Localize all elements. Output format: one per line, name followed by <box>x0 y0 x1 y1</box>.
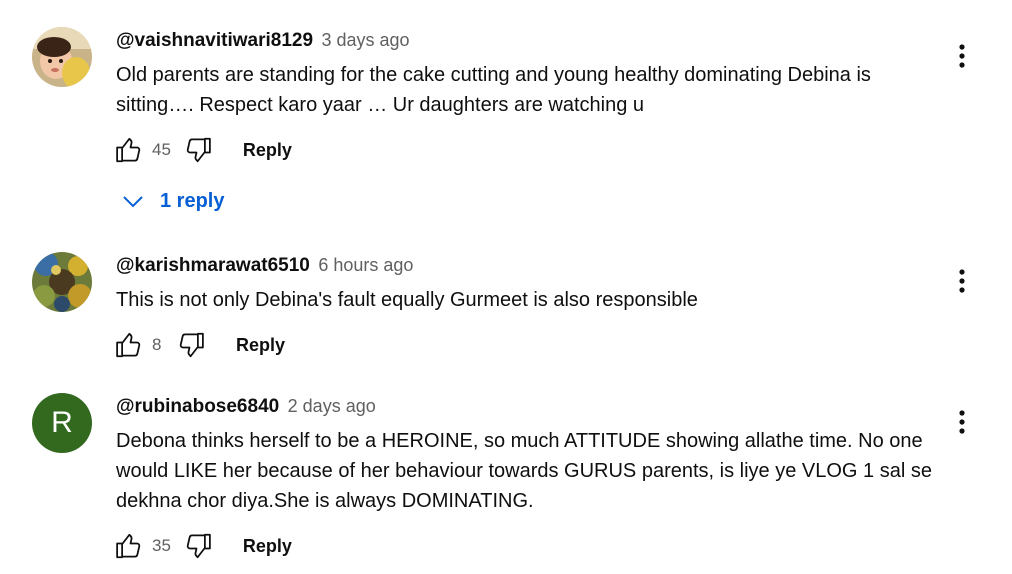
like-count: 45 <box>152 140 171 159</box>
comment-header: @rubinabose6840 2 days ago <box>116 396 376 418</box>
comment-time[interactable]: 2 days ago <box>288 396 376 416</box>
thumbs-up-icon <box>116 137 141 163</box>
comment-time[interactable]: 3 days ago <box>321 30 409 50</box>
like-button[interactable] <box>112 529 146 563</box>
reply-button[interactable]: Reply <box>243 140 292 161</box>
thumbs-down-icon <box>179 332 204 358</box>
avatar[interactable] <box>32 27 92 87</box>
avatar-letter: R <box>51 406 73 439</box>
like-button[interactable] <box>112 133 146 167</box>
avatar-photo <box>32 252 92 312</box>
comment-time[interactable]: 6 hours ago <box>318 255 413 275</box>
like-count: 35 <box>152 536 171 555</box>
more-vert-icon <box>959 44 965 68</box>
replies-count-label: 1 reply <box>160 189 225 212</box>
comment-text: This is not only Debina's fault equally … <box>116 289 698 311</box>
comment-text: Debona thinks herself to be a HEROINE, s… <box>116 430 932 512</box>
comment-actions: 45 Reply <box>112 133 292 167</box>
avatar[interactable]: R <box>32 393 92 453</box>
thumbs-down-icon <box>186 137 211 163</box>
dislike-button[interactable] <box>181 529 215 563</box>
comment-text: Old parents are standing for the cake cu… <box>116 64 871 116</box>
reply-button[interactable]: Reply <box>243 536 292 557</box>
dislike-button[interactable] <box>174 328 208 362</box>
like-button[interactable] <box>112 328 146 362</box>
action-menu-button[interactable] <box>948 39 976 73</box>
view-replies-button[interactable]: 1 reply <box>118 184 224 218</box>
chevron-down-icon <box>118 186 148 216</box>
avatar[interactable] <box>32 252 92 312</box>
like-count: 8 <box>152 335 162 354</box>
comment-actions: 8 Reply <box>112 328 285 362</box>
reply-button[interactable]: Reply <box>236 335 285 356</box>
dislike-button[interactable] <box>181 133 215 167</box>
comment-header: @vaishnavitiwari8129 3 days ago <box>116 30 410 52</box>
comment-author[interactable]: @rubinabose6840 <box>116 396 279 417</box>
more-vert-icon <box>959 269 965 293</box>
comment-actions: 35 Reply <box>112 529 292 563</box>
thumbs-up-icon <box>116 533 141 559</box>
avatar-photo <box>32 27 92 87</box>
comment-author[interactable]: @vaishnavitiwari8129 <box>116 30 313 51</box>
more-vert-icon <box>959 410 965 434</box>
comment-author[interactable]: @karishmarawat6510 <box>116 255 310 276</box>
thumbs-down-icon <box>186 533 211 559</box>
comment-header: @karishmarawat6510 6 hours ago <box>116 255 413 277</box>
action-menu-button[interactable] <box>948 264 976 298</box>
thumbs-up-icon <box>116 332 141 358</box>
action-menu-button[interactable] <box>948 405 976 439</box>
